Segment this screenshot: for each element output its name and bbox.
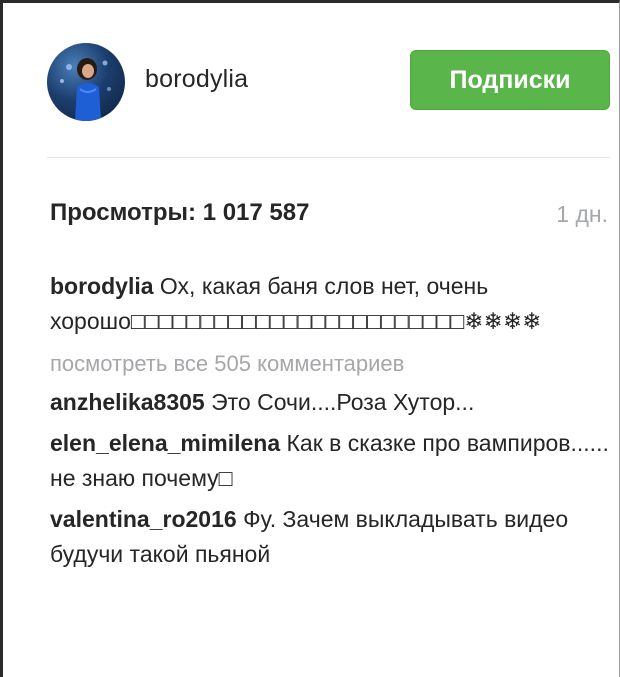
views-row: Просмотры: 1 017 587 1 дн. — [50, 199, 610, 233]
header-divider — [47, 157, 610, 158]
post-header: borodylia Подписки — [3, 3, 619, 158]
views-count: 1 017 587 — [202, 199, 310, 226]
comment-username[interactable]: elen_elena_mimilena — [50, 430, 280, 456]
comments-section: borodylia Ох, какая баня слов нет, очень… — [50, 269, 610, 572]
views-label: Просмотры: — [50, 199, 197, 226]
caption-username[interactable]: borodylia — [50, 273, 154, 299]
post-timestamp[interactable]: 1 дн. — [556, 201, 608, 228]
comment-item: valentina_ro2016 Фу. Зачем выкладывать в… — [50, 502, 610, 572]
comment-item: anzhelika8305 Это Сочи....Роза Хутор... — [50, 385, 610, 420]
follow-button[interactable]: Подписки — [410, 50, 610, 110]
instagram-post-panel: borodylia Подписки Просмотры: 1 017 587 … — [0, 0, 620, 677]
post-caption: borodylia Ох, какая баня слов нет, очень… — [50, 269, 610, 339]
comment-text: Это Сочи....Роза Хутор... — [211, 389, 475, 415]
comment-item: elen_elena_mimilena Как в сказке про вам… — [50, 426, 610, 496]
comment-username[interactable]: anzhelika8305 — [50, 389, 205, 415]
view-all-comments-link[interactable]: посмотреть все 505 комментариев — [50, 347, 610, 381]
comment-username[interactable]: valentina_ro2016 — [50, 506, 237, 532]
post-author-username[interactable]: borodylia — [145, 65, 248, 94]
avatar-photo-icon — [60, 58, 111, 121]
avatar[interactable] — [47, 43, 125, 121]
